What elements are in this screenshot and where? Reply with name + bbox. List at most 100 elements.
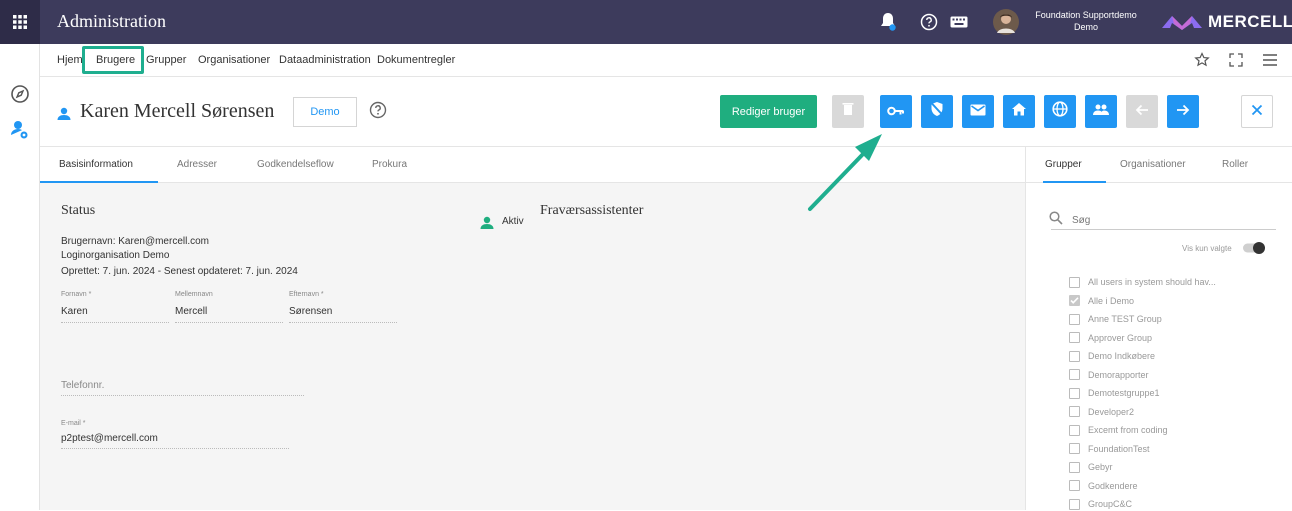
group-item[interactable]: Demorapporter [1069,368,1149,382]
shield-off-icon [930,101,944,122]
group-item[interactable]: Gebyr [1069,460,1113,474]
help-circle-icon[interactable] [369,101,387,124]
edit-user-button[interactable]: Rediger bruger [720,95,817,128]
previous-button[interactable] [1126,95,1158,128]
tab-godkendelseflow[interactable]: Godkendelseflow [257,159,334,170]
nav-item-hjem[interactable]: Hjem [57,54,83,66]
checkbox[interactable] [1069,480,1080,491]
password-button[interactable] [880,95,912,128]
nav-item-dokumentregler[interactable]: Dokumentregler [377,54,455,66]
group-item[interactable]: Approver Group [1069,331,1152,345]
group-item-label: FoundationTest [1088,443,1150,454]
compass-icon[interactable] [10,84,30,109]
avatar[interactable] [993,9,1019,35]
tab-adresser[interactable]: Adresser [177,159,217,170]
nav-item-brugere[interactable]: Brugere [96,54,135,66]
home-org-button[interactable] [1003,95,1035,128]
group-search-input[interactable]: Søg [1072,215,1090,226]
tab-basisinformation[interactable]: Basisinformation [59,159,133,170]
checkbox[interactable] [1069,313,1080,325]
help-icon[interactable] [917,10,941,34]
arrow-right-icon [1176,103,1190,121]
nav-item-dataadministration[interactable]: Dataadministration [279,54,371,66]
rtab-organisationer[interactable]: Organisationer [1120,159,1186,170]
fravaer-title: Fraværsassistenter [540,203,644,218]
rtab-roller[interactable]: Roller [1222,159,1248,170]
group-item[interactable]: Excemt from coding [1069,423,1168,437]
mellemnavn-label: Mellemnavn [175,291,213,298]
group-item-label: All users in system should hav... [1088,277,1216,287]
checkbox[interactable] [1069,369,1080,380]
delete-icon [842,102,854,121]
dates-text: Oprettet: 7. jun. 2024 - Senest opdatere… [61,266,298,277]
email-button[interactable] [962,95,994,128]
group-item[interactable]: Godkendere [1069,479,1138,493]
top-bar: Administration Foundation Supportdemo De… [0,0,1292,44]
group-item[interactable]: GroupC&C [1069,497,1132,511]
group-icon [1093,103,1109,121]
checkbox-checked[interactable] [1069,295,1080,306]
active-status-label: Aktiv [502,216,524,227]
loginorg-text: Loginorganisation Demo [61,250,170,261]
close-button[interactable] [1241,95,1273,128]
status-title: Status [61,203,96,218]
group-item[interactable]: Demotestgruppe1 [1069,386,1160,400]
user-settings-icon[interactable] [10,120,30,145]
group-item[interactable]: Demo Indkøbere [1069,349,1155,363]
delete-button[interactable] [832,95,864,128]
group-item-label: Excemt from coding [1088,425,1168,435]
language-button[interactable] [1044,95,1076,128]
group-item[interactable]: All users in system should hav... [1069,275,1216,289]
efternavn-label: Efternavn * [289,291,324,298]
user-org-label[interactable]: Foundation Supportdemo Demo [1030,9,1142,33]
star-icon[interactable] [1194,52,1210,73]
vis-kun-valgte-toggle[interactable] [1240,241,1267,255]
nav-item-organisationer[interactable]: Organisationer [198,54,270,66]
tab-prokura[interactable]: Prokura [372,159,407,170]
globe-icon [1052,101,1068,122]
telefon-underline [61,395,304,396]
telefon-field[interactable]: Telefonnr. [61,380,104,391]
checkbox[interactable] [1069,276,1080,288]
efternavn-underline [289,322,397,323]
checkbox[interactable] [1069,424,1080,436]
group-item[interactable]: FoundationTest [1069,442,1150,456]
checkbox[interactable] [1069,443,1080,454]
fullscreen-icon[interactable] [1228,52,1244,73]
checkbox[interactable] [1069,350,1080,362]
checkbox[interactable] [1069,461,1080,473]
home-icon [1011,102,1027,121]
menu-icon[interactable] [1262,52,1278,73]
group-item[interactable]: Anne TEST Group [1069,312,1162,326]
group-item-label: Developer2 [1088,406,1135,417]
bell-icon[interactable] [876,10,900,34]
search-icon [1049,211,1063,230]
mellemnavn-field[interactable]: Mercell [175,306,207,317]
checkbox[interactable] [1069,406,1080,417]
apps-grid-icon[interactable] [0,0,40,44]
group-item[interactable]: Developer2 [1069,405,1134,419]
detail-tabs: Basisinformation Adresser Godkendelseflo… [40,147,1025,183]
next-button[interactable] [1167,95,1199,128]
checkbox[interactable] [1069,387,1080,399]
user-name-label: Foundation Supportdemo [1035,10,1137,20]
rtab-grupper[interactable]: Grupper [1045,159,1082,170]
email-field[interactable]: p2ptest@mercell.com [61,433,158,444]
security-button[interactable] [921,95,953,128]
vis-kun-valgte-label: Vis kun valgte [1182,244,1232,253]
fornavn-field[interactable]: Karen [61,306,88,317]
checkbox[interactable] [1069,332,1080,343]
user-header: Karen Mercell Sørensen Demo Rediger brug… [40,77,1292,147]
group-item-label: Approver Group [1088,332,1153,343]
groups-button[interactable] [1085,95,1117,128]
main-content: Status Aktiv Fraværsassistenter Brugerna… [40,183,1025,510]
keyboard-icon[interactable] [947,10,971,34]
nav-item-grupper[interactable]: Grupper [146,54,186,66]
org-chip[interactable]: Demo [293,97,357,127]
group-item[interactable]: Alle i Demo [1069,294,1134,308]
group-item-label: Alle i Demo [1088,295,1135,306]
efternavn-field[interactable]: Sørensen [289,306,332,317]
app-title: Administration [57,11,166,31]
checkbox[interactable] [1069,498,1080,510]
mail-icon [970,103,986,121]
